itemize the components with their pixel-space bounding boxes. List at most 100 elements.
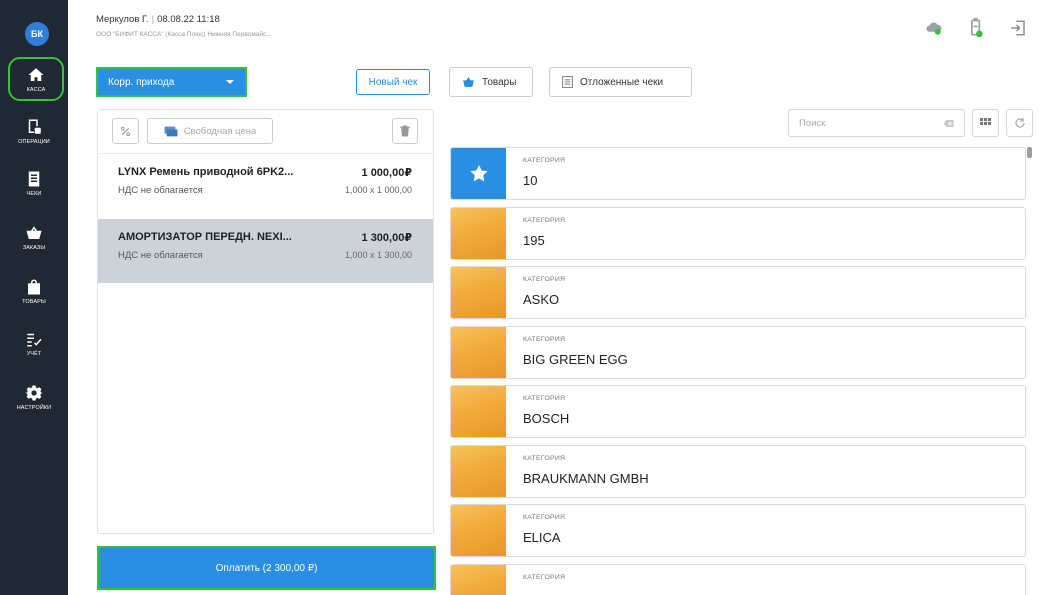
sidebar: БК КАССА ОПЕРАЦИИ ЧЕКИ ЗАКАЗЫ ТОВАРЫ УЧЁ… bbox=[0, 0, 68, 595]
pay-button[interactable]: Оплатить (2 300,00 ₽) bbox=[97, 546, 436, 590]
sidebar-item-label: ОПЕРАЦИИ bbox=[18, 138, 50, 145]
category-card[interactable]: КАТЕГОРИЯ bbox=[450, 564, 1026, 595]
category-name: ASKO bbox=[523, 292, 560, 307]
free-price-label: Свободная цена bbox=[183, 125, 257, 137]
receipt-item-tax: НДС не облагается bbox=[118, 250, 203, 261]
category-scrollbar[interactable] bbox=[1027, 147, 1032, 158]
category-card[interactable]: КАТЕГОРИЯ ELICA bbox=[450, 504, 1026, 557]
category-thumbnail bbox=[451, 267, 506, 318]
sidebar-item-kassa[interactable]: КАССА bbox=[8, 57, 64, 101]
sidebar-item-accounting[interactable]: УЧЁТ bbox=[4, 322, 64, 364]
category-thumbnail bbox=[451, 148, 506, 199]
category-list: КАТЕГОРИЯ 10 КАТЕГОРИЯ 195 КАТЕГОРИЯ ASK… bbox=[450, 147, 1026, 595]
receipt-item-price: 1 000,00₽ bbox=[361, 167, 412, 179]
logout-icon[interactable] bbox=[1009, 19, 1027, 37]
sidebar-item-label: ЗАКАЗЫ bbox=[22, 244, 46, 251]
category-name: ELICA bbox=[523, 530, 561, 545]
star-icon bbox=[469, 164, 488, 182]
receipt-item-quantity: 1,000 x 1 300,00 bbox=[344, 250, 412, 260]
receipt-item[interactable]: LYNX Ремень приводной 6PK2... НДС не обл… bbox=[98, 153, 433, 217]
search-placeholder: Поиск bbox=[799, 117, 826, 129]
receipt-icon bbox=[562, 76, 573, 88]
sidebar-item-receipts[interactable]: ЧЕКИ bbox=[4, 162, 64, 204]
category-type-label: КАТЕГОРИЯ bbox=[523, 276, 566, 283]
category-type-label: КАТЕГОРИЯ bbox=[523, 395, 566, 402]
cloud-status-icon[interactable] bbox=[925, 20, 943, 36]
operations-icon bbox=[28, 119, 41, 134]
category-thumbnail bbox=[451, 208, 506, 259]
chevron-down-icon bbox=[226, 80, 234, 84]
operation-type-value: Корр. прихода bbox=[108, 76, 175, 88]
clear-search-icon[interactable] bbox=[943, 119, 954, 128]
refresh-icon bbox=[1014, 118, 1025, 128]
fiscal-device-icon[interactable] bbox=[969, 18, 983, 38]
header-organization: ООО "БИФИТ КАССА" (Касса Плюс) Нижняя Пе… bbox=[96, 31, 272, 38]
sidebar-item-label: ЧЕКИ bbox=[26, 190, 42, 197]
receipt-item-selected[interactable]: АМОРТИЗАТОР ПЕРЕДН. NEXI... НДС не облаг… bbox=[98, 219, 433, 283]
receipt-item-price: 1 300,00₽ bbox=[361, 232, 412, 244]
header-icons bbox=[925, 18, 1027, 38]
sidebar-item-operations[interactable]: ОПЕРАЦИИ bbox=[4, 110, 64, 152]
orders-basket-icon bbox=[26, 225, 42, 239]
sidebar-item-label: НАСТРОЙКИ bbox=[16, 404, 52, 411]
receipt-item-name: LYNX Ремень приводной 6PK2... bbox=[118, 166, 294, 178]
category-card[interactable]: КАТЕГОРИЯ BRAUKMANN GMBH bbox=[450, 445, 1026, 498]
category-type-label: КАТЕГОРИЯ bbox=[523, 574, 566, 581]
receipt-item-tax: НДС не облагается bbox=[118, 185, 203, 196]
category-name: 195 bbox=[523, 233, 545, 248]
category-type-label: КАТЕГОРИЯ bbox=[523, 336, 566, 343]
category-name: BRAUKMANN GMBH bbox=[523, 471, 649, 486]
accounting-checklist-icon bbox=[27, 333, 42, 346]
category-name: BOSCH bbox=[523, 411, 570, 426]
category-thumbnail bbox=[451, 446, 506, 497]
postponed-checks-button[interactable]: Отложенные чеки bbox=[549, 67, 692, 97]
grid-icon bbox=[980, 117, 991, 125]
gear-icon bbox=[25, 385, 43, 400]
operation-type-dropdown[interactable]: Корр. прихода bbox=[96, 67, 247, 97]
sidebar-item-label: УЧЁТ bbox=[26, 350, 42, 357]
sidebar-item-label: ТОВАРЫ bbox=[22, 298, 46, 305]
category-card[interactable]: КАТЕГОРИЯ ASKO bbox=[450, 266, 1026, 319]
receipt-item-name: АМОРТИЗАТОР ПЕРЕДН. NEXI... bbox=[118, 231, 292, 243]
category-thumbnail bbox=[451, 505, 506, 556]
category-card[interactable]: КАТЕГОРИЯ BIG GREEN EGG bbox=[450, 326, 1026, 379]
home-icon bbox=[28, 67, 44, 81]
category-card[interactable]: КАТЕГОРИЯ 10 bbox=[450, 147, 1026, 200]
free-price-button[interactable]: Свободная цена bbox=[147, 118, 273, 144]
search-input[interactable]: Поиск bbox=[788, 109, 965, 137]
goods-button-label: Товары bbox=[482, 76, 517, 88]
products-bag-icon bbox=[28, 279, 40, 294]
receipt-panel: Свободная цена LYNX Ремень приводной 6PK… bbox=[97, 109, 434, 534]
header-datetime: 08.08.22 11:18 bbox=[157, 14, 220, 25]
clear-receipt-button[interactable] bbox=[392, 118, 418, 144]
category-name: BIG GREEN EGG bbox=[523, 352, 628, 367]
user-name: Меркулов Г. bbox=[96, 14, 149, 25]
grid-view-button[interactable] bbox=[972, 109, 999, 137]
category-type-label: КАТЕГОРИЯ bbox=[523, 217, 566, 224]
basket-icon bbox=[463, 77, 474, 87]
sidebar-item-products[interactable]: ТОВАРЫ bbox=[4, 270, 64, 312]
avatar[interactable]: БК bbox=[25, 22, 49, 46]
sidebar-item-settings[interactable]: НАСТРОЙКИ bbox=[4, 376, 64, 418]
category-thumbnail bbox=[451, 386, 506, 437]
percent-icon bbox=[120, 126, 131, 136]
sidebar-item-label: КАССА bbox=[26, 86, 46, 93]
category-card[interactable]: КАТЕГОРИЯ 195 bbox=[450, 207, 1026, 260]
category-thumbnail bbox=[451, 565, 506, 595]
postponed-checks-label: Отложенные чеки bbox=[580, 76, 664, 88]
sidebar-item-orders[interactable]: ЗАКАЗЫ bbox=[4, 216, 64, 258]
receipts-icon bbox=[28, 171, 40, 186]
header-user: Меркулов Г. | 08.08.22 11:18 bbox=[96, 14, 220, 25]
category-card[interactable]: КАТЕГОРИЯ BOSCH bbox=[450, 385, 1026, 438]
cash-icon bbox=[164, 126, 178, 136]
category-type-label: КАТЕГОРИЯ bbox=[523, 514, 566, 521]
new-check-button[interactable]: Новый чек bbox=[356, 69, 430, 95]
trash-icon bbox=[400, 125, 410, 137]
category-name: 10 bbox=[523, 173, 538, 188]
category-type-label: КАТЕГОРИЯ bbox=[523, 455, 566, 462]
category-thumbnail bbox=[451, 327, 506, 378]
refresh-button[interactable] bbox=[1006, 109, 1033, 137]
discount-button[interactable] bbox=[112, 118, 139, 144]
goods-button[interactable]: Товары bbox=[449, 67, 533, 97]
category-type-label: КАТЕГОРИЯ bbox=[523, 157, 566, 164]
